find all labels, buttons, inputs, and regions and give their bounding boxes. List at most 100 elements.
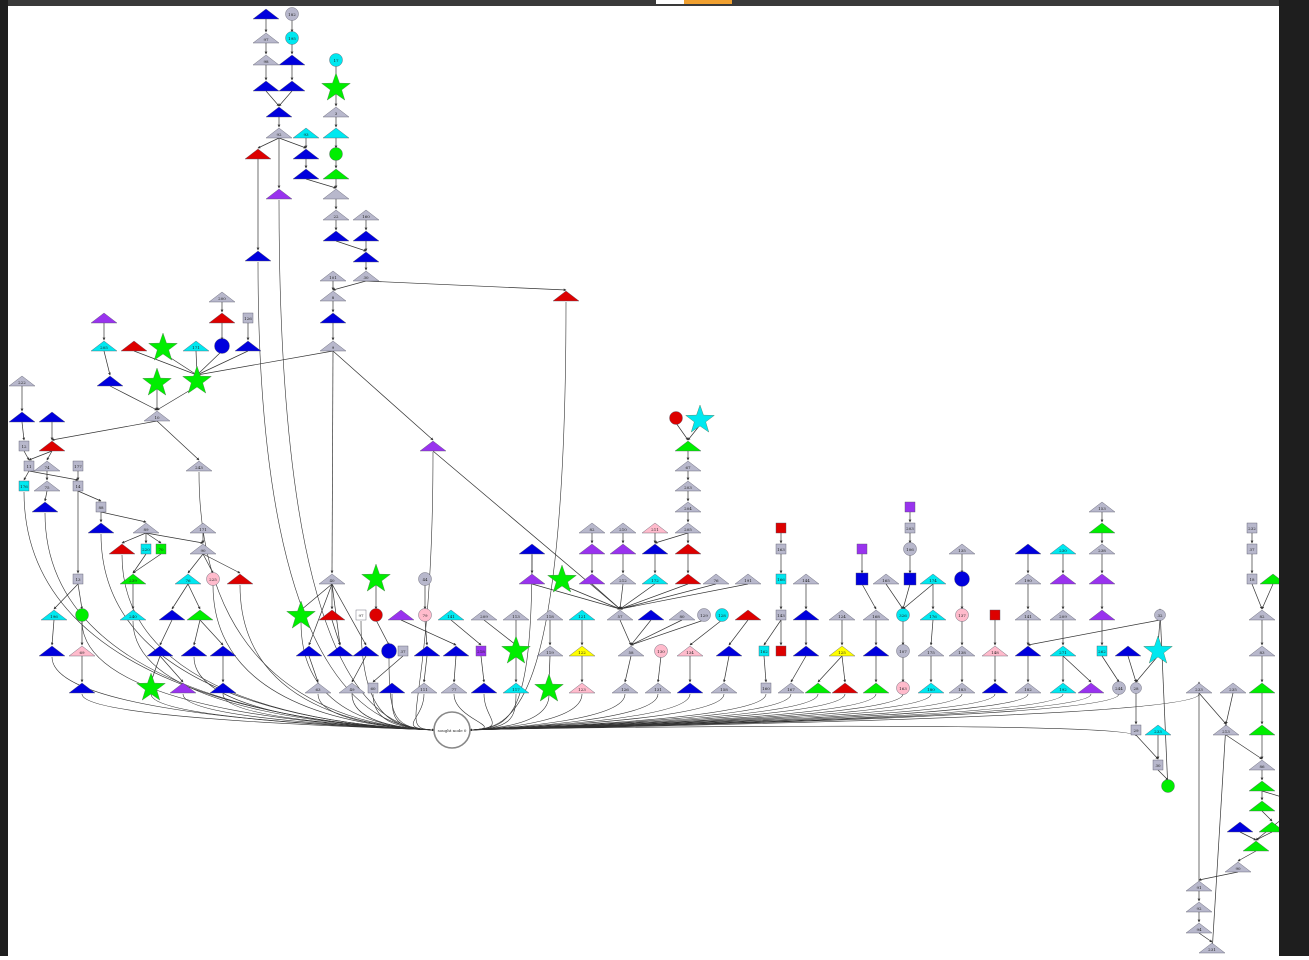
- graph-node[interactable]: 113: [502, 609, 530, 621]
- graph-node[interactable]: [252, 80, 280, 92]
- graph-node[interactable]: [322, 168, 350, 180]
- graph-node[interactable]: [904, 501, 916, 513]
- graph-node[interactable]: [419, 440, 447, 452]
- graph-node[interactable]: 175: [917, 645, 945, 657]
- graph-node[interactable]: [775, 645, 787, 657]
- graph-node[interactable]: 74: [33, 460, 61, 472]
- graph-node[interactable]: [136, 672, 166, 701]
- graph-node[interactable]: [1248, 724, 1276, 736]
- graph-node[interactable]: 271: [1049, 645, 1077, 657]
- graph-node[interactable]: [1248, 780, 1276, 792]
- graph-node[interactable]: 92: [1185, 901, 1213, 913]
- graph-node[interactable]: [387, 609, 415, 621]
- graph-node[interactable]: 91: [1185, 880, 1213, 892]
- graph-node[interactable]: 32: [1154, 609, 1166, 621]
- graph-node[interactable]: 60: [367, 682, 379, 694]
- graph-node[interactable]: [1077, 682, 1105, 694]
- graph-node[interactable]: 211: [641, 522, 669, 534]
- graph-node[interactable]: [518, 573, 546, 585]
- graph-node[interactable]: 37: [397, 645, 409, 657]
- graph-node[interactable]: [252, 8, 280, 20]
- graph-node[interactable]: [87, 522, 115, 534]
- graph-node[interactable]: [329, 147, 343, 161]
- graph-node[interactable]: 163: [775, 543, 787, 555]
- graph-node[interactable]: 98: [252, 54, 280, 66]
- graph-node[interactable]: 12: [18, 440, 30, 452]
- graph-node[interactable]: [674, 543, 702, 555]
- graph-node[interactable]: 57: [606, 609, 634, 621]
- graph-node[interactable]: 97: [252, 32, 280, 44]
- graph-node[interactable]: 225: [206, 572, 220, 586]
- graph-node[interactable]: 92: [265, 127, 293, 139]
- graph-node[interactable]: 163: [896, 681, 910, 695]
- graph-node[interactable]: [831, 682, 859, 694]
- graph-node[interactable]: 121: [568, 609, 596, 621]
- top-tab-white[interactable]: [656, 0, 684, 4]
- graph-node[interactable]: 29: [1130, 724, 1142, 736]
- graph-node[interactable]: [8, 411, 36, 423]
- graph-node[interactable]: [676, 682, 704, 694]
- graph-node[interactable]: 230: [1049, 543, 1077, 555]
- graph-node[interactable]: 172: [641, 573, 669, 585]
- graph-node[interactable]: 190: [1014, 573, 1042, 585]
- graph-node[interactable]: 3: [322, 106, 350, 118]
- graph-node[interactable]: [120, 340, 148, 352]
- graph-node[interactable]: 218: [475, 645, 487, 657]
- graph-node[interactable]: 40: [318, 573, 346, 585]
- graph-node[interactable]: 195: [285, 31, 299, 45]
- graph-node[interactable]: [244, 148, 272, 160]
- graph-node[interactable]: 49: [338, 682, 366, 694]
- graph-node[interactable]: [1088, 522, 1116, 534]
- graph-node[interactable]: 44: [418, 572, 432, 586]
- graph-node[interactable]: 126: [242, 312, 254, 324]
- graph-node[interactable]: [578, 543, 606, 555]
- graph-node[interactable]: [578, 573, 606, 585]
- graph-node[interactable]: [1242, 840, 1270, 852]
- graph-node[interactable]: [1088, 573, 1116, 585]
- graph-node[interactable]: 204: [674, 501, 702, 513]
- graph-node[interactable]: 209: [1049, 609, 1077, 621]
- graph-node[interactable]: 86: [1248, 759, 1276, 771]
- graph-node[interactable]: 167: [777, 682, 805, 694]
- graph-node[interactable]: 79: [418, 608, 432, 622]
- graph-node[interactable]: [90, 312, 118, 324]
- graph-node[interactable]: 232: [1246, 522, 1258, 534]
- graph-node[interactable]: [518, 543, 546, 555]
- graph-node[interactable]: 76: [702, 573, 730, 585]
- graph-node[interactable]: [108, 543, 136, 555]
- graph-node[interactable]: 235: [1219, 682, 1247, 694]
- graph-node[interactable]: [552, 290, 580, 302]
- graph-node[interactable]: 144: [792, 573, 820, 585]
- graph-node[interactable]: 37: [1246, 543, 1258, 555]
- graph-node[interactable]: 183: [948, 682, 976, 694]
- graph-node[interactable]: 101: [319, 270, 347, 282]
- graph-node[interactable]: [442, 645, 470, 657]
- graph-node[interactable]: [38, 411, 66, 423]
- graph-node[interactable]: 13: [72, 573, 84, 585]
- graph-node[interactable]: [792, 609, 820, 621]
- graph-node[interactable]: 63: [304, 682, 332, 694]
- graph-node[interactable]: 233: [1144, 724, 1172, 736]
- graph-node[interactable]: 262: [1096, 645, 1108, 657]
- graph-node[interactable]: 97: [355, 609, 367, 621]
- graph-node[interactable]: [292, 168, 320, 180]
- graph-node[interactable]: 165: [872, 573, 900, 585]
- graph-node[interactable]: 80: [668, 609, 696, 621]
- graph-node[interactable]: 203: [674, 480, 702, 492]
- graph-node[interactable]: [378, 682, 406, 694]
- graph-node[interactable]: 141: [1014, 609, 1042, 621]
- graph-node[interactable]: [352, 230, 380, 242]
- graph-node[interactable]: 94: [1185, 922, 1213, 934]
- graph-node[interactable]: 205: [674, 522, 702, 534]
- graph-node[interactable]: [685, 404, 715, 433]
- graph-node[interactable]: [981, 682, 1009, 694]
- graph-node[interactable]: 210: [609, 522, 637, 534]
- graph-node[interactable]: [295, 645, 323, 657]
- graph-node[interactable]: [862, 645, 890, 657]
- graph-node[interactable]: [278, 54, 306, 66]
- graph-node[interactable]: [186, 609, 214, 621]
- graph-node[interactable]: 182: [1014, 682, 1042, 694]
- graph-node[interactable]: 244: [1112, 681, 1126, 695]
- graph-node[interactable]: 89: [132, 522, 160, 534]
- graph-node[interactable]: [674, 440, 702, 452]
